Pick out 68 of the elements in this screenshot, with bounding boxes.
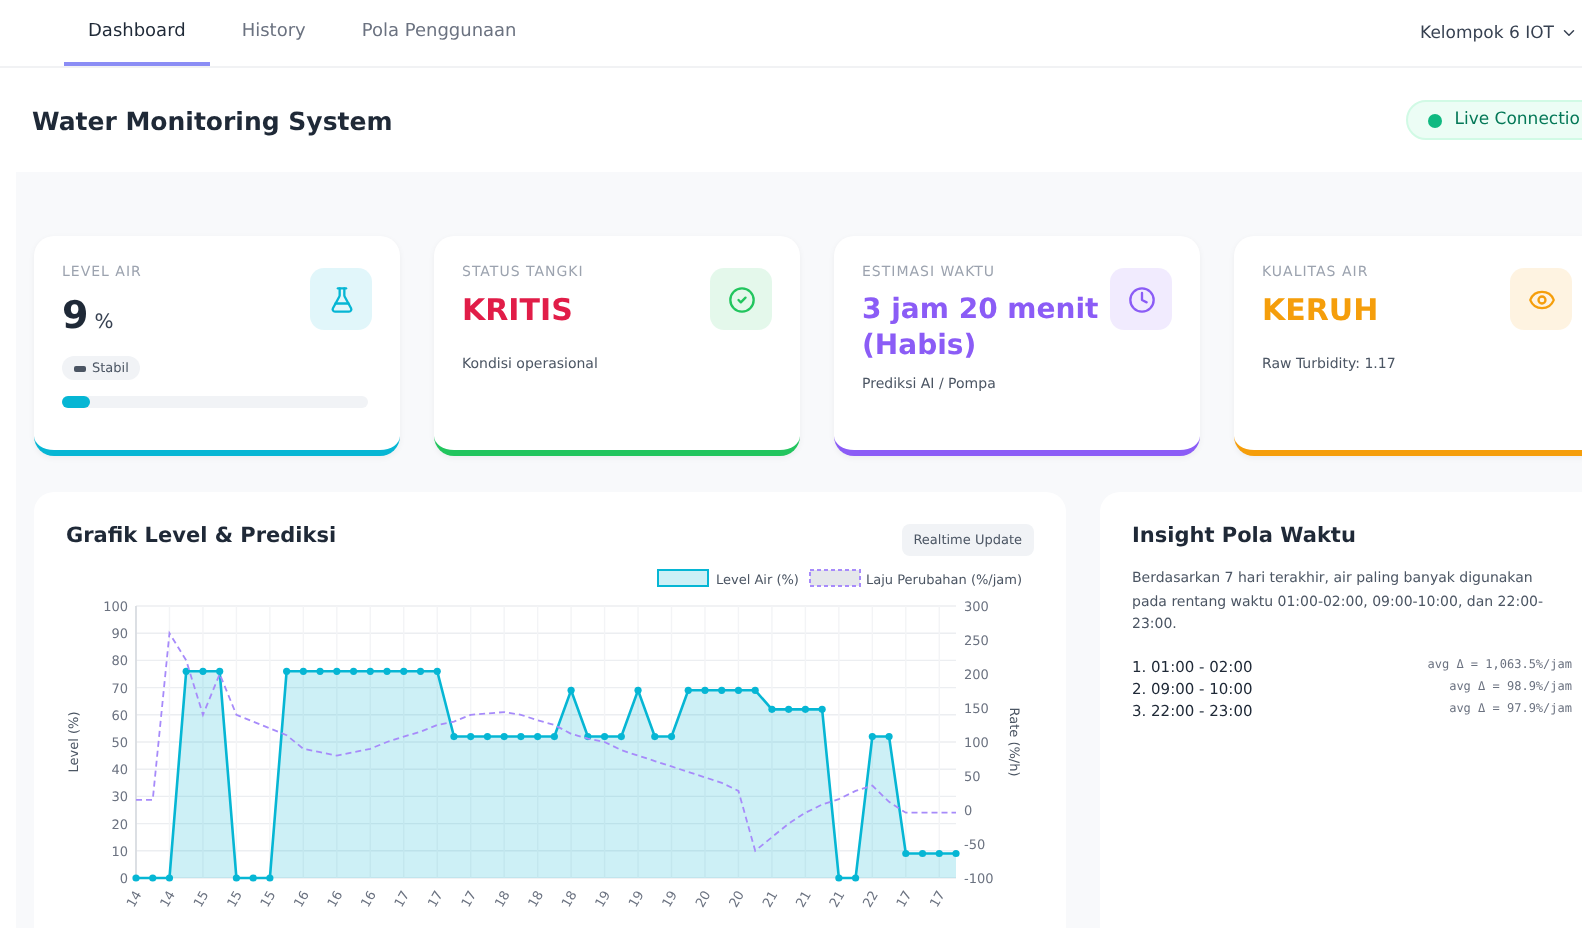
data-point [768,705,776,713]
data-point [818,705,826,713]
flask-icon [310,268,372,330]
data-point [165,874,174,882]
nav-tab[interactable]: History [217,0,330,66]
card-value: KERUH [1262,292,1381,331]
data-point [249,874,257,882]
data-point [534,732,542,741]
data-point [450,732,458,741]
data-point [684,686,692,694]
data-point [918,849,927,858]
data-point [316,667,324,675]
user-menu[interactable]: Kelompok 6 IOT [1420,0,1582,66]
data-point [199,667,207,675]
data-point [634,686,642,694]
data-point [517,732,525,741]
chart-title: Grafik Level & Prediksi [66,524,337,548]
data-point [400,667,408,675]
data-point [751,686,759,694]
page-title: Water Monitoring System [32,105,393,135]
data-point [333,667,341,675]
connection-badge: Live Connectio [1406,100,1582,140]
data-point [483,732,492,741]
data-point [600,732,609,741]
data-point [902,849,910,858]
data-point [651,732,659,741]
data-point [299,667,307,675]
legend-level-swatch[interactable] [657,569,709,587]
data-point [734,686,743,694]
data-point [149,874,157,882]
data-point [852,874,860,882]
data-point [383,667,391,675]
data-point [132,874,140,882]
data-point [868,732,876,741]
data-point [283,667,291,675]
data-point [366,667,374,675]
data-point [835,874,843,882]
data-point [785,705,793,713]
data-point [885,732,893,741]
data-point [216,667,224,675]
data-point [266,874,274,882]
data-point [433,667,441,675]
data-point [667,732,676,741]
data-point [416,667,425,675]
data-point [701,686,709,694]
insight-title: Insight Pola Waktu [1132,524,1358,548]
data-point [182,667,190,675]
eye-icon [1510,268,1572,330]
data-point [617,732,625,741]
card-value: 9% [62,292,116,342]
data-point [567,686,575,694]
data-point [550,732,558,741]
data-point [584,732,592,741]
data-point [349,667,358,675]
data-point [801,705,809,713]
chevron-down-icon [1560,24,1578,42]
data-point [467,732,475,741]
card-value: KRITIS [462,292,575,331]
data-point [935,849,943,858]
data-point [232,874,240,882]
data-point [500,732,508,741]
nav-tab[interactable]: Pola Penggunaan [337,0,541,66]
nav-tab[interactable]: Dashboard [64,0,210,66]
data-point [952,849,960,858]
legend-rate-swatch[interactable] [809,569,861,587]
card-value: 3 jam 20 menit (Habis) [862,292,1101,365]
data-point [718,686,726,694]
clock-icon [1110,268,1172,330]
